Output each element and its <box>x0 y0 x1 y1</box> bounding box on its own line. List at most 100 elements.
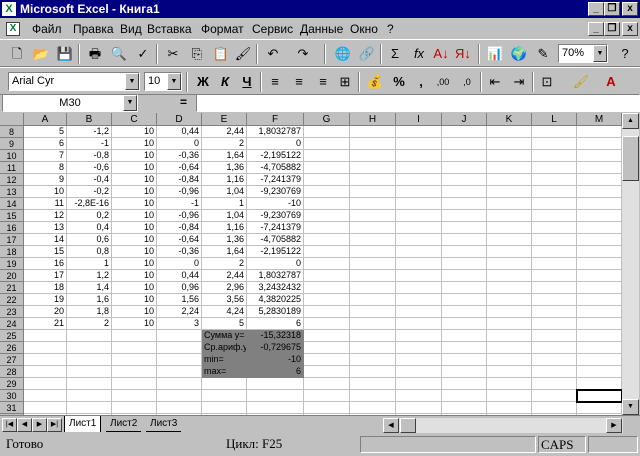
cell[interactable] <box>350 162 396 174</box>
menu-format[interactable]: Формат <box>201 19 244 39</box>
cell[interactable] <box>304 294 350 306</box>
cell[interactable] <box>157 342 202 354</box>
function-icon[interactable]: fx <box>408 44 430 64</box>
cell[interactable]: 10 <box>112 210 157 222</box>
row-header[interactable]: 29 <box>0 378 24 390</box>
prev-sheet-icon[interactable]: ◀ <box>17 418 32 432</box>
workbook-icon[interactable]: X <box>6 22 20 36</box>
cell[interactable] <box>304 318 350 330</box>
row-header[interactable]: 22 <box>0 294 24 306</box>
cell[interactable]: 10 <box>112 174 157 186</box>
cell[interactable] <box>577 126 622 138</box>
cell[interactable] <box>350 174 396 186</box>
cell[interactable]: 20 <box>24 306 67 318</box>
cell[interactable] <box>350 366 396 378</box>
cell[interactable]: 10 <box>112 282 157 294</box>
doc-restore-button[interactable]: ❐ <box>604 22 620 36</box>
cell[interactable]: 1 <box>202 198 247 210</box>
menu-file[interactable]: Файл <box>32 19 62 39</box>
cell[interactable] <box>67 354 112 366</box>
cell[interactable]: 10 <box>112 126 157 138</box>
row-header[interactable]: 28 <box>0 366 24 378</box>
cell[interactable] <box>304 138 350 150</box>
cell[interactable] <box>487 366 532 378</box>
cell[interactable] <box>577 282 622 294</box>
cell[interactable] <box>67 366 112 378</box>
cell[interactable]: 1,16 <box>202 222 247 234</box>
cell[interactable] <box>396 402 442 414</box>
cell[interactable]: 10 <box>112 162 157 174</box>
cell[interactable]: 5,2830189 <box>247 306 304 318</box>
cell[interactable] <box>442 282 487 294</box>
cut-icon[interactable]: ✂ <box>162 44 184 64</box>
first-sheet-icon[interactable]: |◀ <box>2 418 17 432</box>
doc-minimize-button[interactable]: _ <box>588 22 604 36</box>
restore-button[interactable]: ❐ <box>604 2 620 16</box>
cell[interactable] <box>487 390 532 402</box>
chevron-down-icon[interactable]: ▼ <box>167 73 181 90</box>
cell[interactable]: 0,4 <box>67 222 112 234</box>
cell[interactable] <box>350 186 396 198</box>
sort-descending-icon[interactable]: Я↓ <box>452 44 474 64</box>
map-icon[interactable]: 🌍 <box>508 44 530 64</box>
cell[interactable]: 2 <box>202 138 247 150</box>
cell[interactable]: 4,3820225 <box>247 294 304 306</box>
bold-button[interactable]: Ж <box>192 72 214 92</box>
cell[interactable] <box>442 294 487 306</box>
cell[interactable]: -0,36 <box>157 246 202 258</box>
cell[interactable] <box>304 174 350 186</box>
cell[interactable]: 1,36 <box>202 162 247 174</box>
cell[interactable] <box>67 342 112 354</box>
cell[interactable]: 10 <box>112 198 157 210</box>
cell[interactable] <box>532 150 577 162</box>
cell[interactable] <box>350 330 396 342</box>
cell[interactable] <box>532 186 577 198</box>
cell[interactable] <box>442 246 487 258</box>
cell[interactable]: 2 <box>202 258 247 270</box>
cell[interactable] <box>112 402 157 414</box>
cell[interactable]: 1,4 <box>67 282 112 294</box>
column-header[interactable]: H <box>350 113 396 126</box>
cell[interactable] <box>487 306 532 318</box>
next-sheet-icon[interactable]: ▶ <box>32 418 47 432</box>
row-header[interactable]: 17 <box>0 234 24 246</box>
cell[interactable] <box>350 318 396 330</box>
cell[interactable]: -0,4 <box>67 174 112 186</box>
column-header[interactable]: C <box>112 113 157 126</box>
cell[interactable] <box>442 222 487 234</box>
cell[interactable] <box>532 390 577 402</box>
cell[interactable] <box>532 198 577 210</box>
cell[interactable] <box>350 126 396 138</box>
cell[interactable] <box>487 282 532 294</box>
cell[interactable] <box>396 246 442 258</box>
menu-edit[interactable]: Правка <box>73 19 114 39</box>
cell[interactable]: -2,195122 <box>247 150 304 162</box>
cell[interactable]: -9,230769 <box>247 186 304 198</box>
cell[interactable]: 10 <box>112 318 157 330</box>
row-header[interactable]: 20 <box>0 270 24 282</box>
cell[interactable] <box>396 378 442 390</box>
cell[interactable]: 0 <box>157 138 202 150</box>
cell[interactable]: max= <box>202 366 247 378</box>
cell[interactable] <box>532 174 577 186</box>
cell[interactable]: 1,36 <box>202 234 247 246</box>
cell[interactable]: 15 <box>24 246 67 258</box>
cell[interactable] <box>577 174 622 186</box>
cell[interactable]: -9,230769 <box>247 210 304 222</box>
cell[interactable] <box>304 126 350 138</box>
open-icon[interactable]: 📂 <box>30 44 52 64</box>
column-header[interactable]: D <box>157 113 202 126</box>
cell[interactable] <box>532 246 577 258</box>
comma-style-button[interactable]: , <box>410 72 432 92</box>
cell[interactable]: -2,8E-16 <box>67 198 112 210</box>
cell[interactable]: -0,96 <box>157 210 202 222</box>
cell[interactable] <box>304 186 350 198</box>
paste-icon[interactable]: 📋 <box>210 44 232 64</box>
cell[interactable] <box>487 138 532 150</box>
cell[interactable]: 6 <box>24 138 67 150</box>
cell[interactable] <box>487 162 532 174</box>
chevron-down-icon[interactable]: ▼ <box>125 73 139 90</box>
cell[interactable]: 0,6 <box>67 234 112 246</box>
cell[interactable] <box>24 342 67 354</box>
drawing-icon[interactable]: ✎ <box>532 44 554 64</box>
